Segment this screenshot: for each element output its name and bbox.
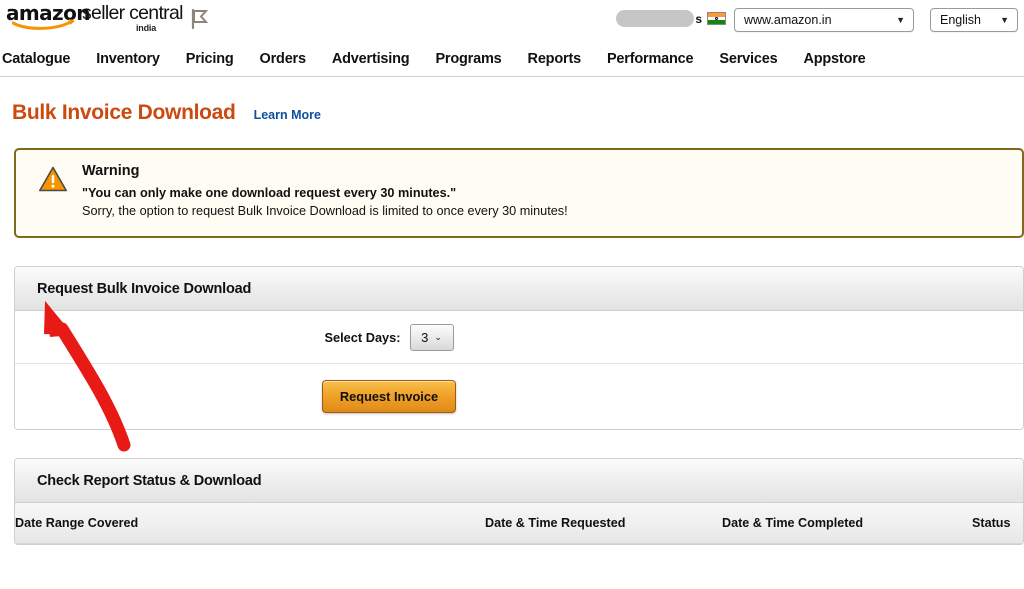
nav-item-reports[interactable]: Reports: [515, 51, 594, 67]
nav-item-pricing[interactable]: Pricing: [173, 51, 247, 67]
top-header-bar: amazon seller central india s www.amazon…: [0, 0, 1024, 42]
select-days-dropdown[interactable]: 3 ⌄: [409, 323, 454, 351]
amazon-seller-central-logo[interactable]: amazon seller central india: [6, 3, 183, 37]
column-header-date-completed[interactable]: Date & Time Completed: [722, 503, 972, 544]
logo-seller-central-text: seller central: [82, 2, 183, 24]
account-name-redaction: [616, 10, 694, 27]
select-days-row: Select Days: 3 ⌄: [15, 311, 1023, 364]
logo-locale-india: india: [136, 23, 157, 33]
nav-item-orders[interactable]: Orders: [247, 51, 319, 67]
language-select[interactable]: English ▼: [930, 8, 1018, 32]
request-button-row: Request Invoice: [15, 364, 1023, 429]
warning-alert-box: Warning "You can only make one download …: [14, 148, 1024, 238]
column-header-status[interactable]: Status: [972, 503, 1023, 544]
warning-detail: Sorry, the option to request Bulk Invoic…: [82, 204, 568, 218]
nav-item-advertising[interactable]: Advertising: [319, 51, 423, 67]
warning-triangle-icon: [38, 165, 68, 193]
nav-item-inventory[interactable]: Inventory: [83, 51, 172, 67]
amazon-smile-icon: [12, 19, 76, 30]
report-status-table: Date Range Covered Date & Time Requested…: [15, 503, 1023, 544]
chevron-down-icon: ▼: [1000, 14, 1009, 25]
column-header-date-range[interactable]: Date Range Covered: [15, 503, 485, 544]
nav-item-appstore[interactable]: Appstore: [790, 51, 878, 67]
page-title-row: Bulk Invoice Download Learn More: [8, 77, 1016, 125]
chevron-down-icon: ▼: [896, 14, 905, 25]
nav-item-catalogue[interactable]: Catalogue: [0, 51, 83, 67]
marketplace-select-value: www.amazon.in: [744, 13, 832, 27]
check-report-status-panel: Check Report Status & Download Date Rang…: [14, 458, 1024, 545]
warning-text-block: Warning "You can only make one download …: [82, 163, 568, 236]
request-bulk-invoice-panel: Request Bulk Invoice Download Select Day…: [14, 266, 1024, 430]
report-table-header-row: Date Range Covered Date & Time Requested…: [15, 503, 1023, 544]
warning-quote: "You can only make one download request …: [82, 186, 457, 200]
warning-title: Warning: [82, 163, 140, 179]
page-title: Bulk Invoice Download: [12, 101, 236, 124]
learn-more-link[interactable]: Learn More: [254, 108, 321, 122]
report-table-head: Date Range Covered Date & Time Requested…: [15, 503, 1023, 544]
request-panel-body: Select Days: 3 ⌄ Request Invoice: [15, 311, 1023, 429]
select-days-value: 3: [421, 329, 429, 345]
language-select-value: English: [940, 13, 981, 27]
flag-pennant-icon[interactable]: [188, 8, 210, 30]
marketplace-select[interactable]: www.amazon.in ▼: [734, 8, 914, 32]
account-name-visible-tail: s: [695, 12, 702, 26]
status-panel-body: Date Range Covered Date & Time Requested…: [15, 503, 1023, 544]
nav-item-services[interactable]: Services: [706, 51, 790, 67]
nav-item-programs[interactable]: Programs: [422, 51, 514, 67]
page-content: Bulk Invoice Download Learn More Warning…: [0, 77, 1024, 545]
status-panel-header: Check Report Status & Download: [15, 459, 1023, 503]
main-navigation-bar: Catalogue Inventory Pricing Orders Advertisi…: [0, 42, 1024, 77]
column-header-date-requested[interactable]: Date & Time Requested: [485, 503, 722, 544]
select-days-label: Select Days:: [324, 329, 401, 345]
nav-item-performance[interactable]: Performance: [594, 51, 706, 67]
nav-item-list: Catalogue Inventory Pricing Orders Advertisi…: [0, 42, 1024, 76]
chevron-down-icon: ⌄: [434, 331, 442, 342]
india-flag-icon: [707, 12, 726, 25]
request-invoice-button[interactable]: Request Invoice: [321, 380, 457, 413]
request-panel-header: Request Bulk Invoice Download: [15, 267, 1023, 311]
